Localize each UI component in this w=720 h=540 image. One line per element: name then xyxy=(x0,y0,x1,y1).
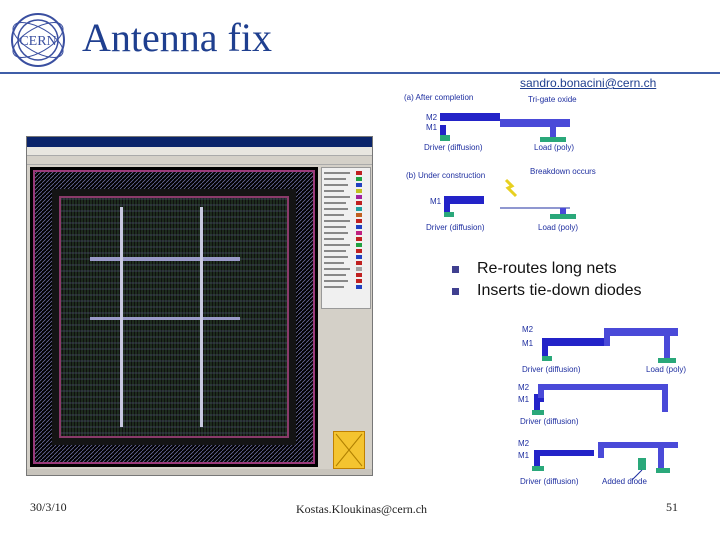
bullet-list: Re-routes long nets Inserts tie-down dio… xyxy=(452,260,642,304)
title-rule xyxy=(0,72,720,74)
bullet-text: Re-routes long nets xyxy=(477,260,617,277)
window-title-bar xyxy=(27,137,372,147)
status-bar xyxy=(27,469,372,475)
layer-palette[interactable] xyxy=(321,167,371,309)
label-load-a: Load (poly) xyxy=(534,143,574,152)
label-under-construction: (b) Under construction xyxy=(406,171,485,180)
slide-title: Antenna fix xyxy=(82,15,272,60)
label-after-completion: (a) After completion xyxy=(404,93,473,102)
layout-canvas[interactable] xyxy=(30,167,318,467)
bullet-marker-icon xyxy=(452,287,459,295)
p1-label-m2: M2 xyxy=(522,325,534,334)
label-load-b: Load (poly) xyxy=(538,223,578,232)
p1-label-driver: Driver (diffusion) xyxy=(522,365,581,374)
menu-bar xyxy=(27,147,372,156)
bullet-text: Inserts tie-down diodes xyxy=(477,282,642,299)
p3-label-diode: Added diode xyxy=(602,477,647,486)
label-driver-b: Driver (diffusion) xyxy=(426,223,485,232)
bullet-item: Inserts tie-down diodes xyxy=(452,282,642,300)
label-m2: M2 xyxy=(426,113,438,122)
label-breakdown: Breakdown occurs xyxy=(530,167,596,176)
p2-label-m2: M2 xyxy=(518,383,530,392)
label-trigate-oxide: Tri-gate oxide xyxy=(528,95,577,104)
p1-label-load: Load (poly) xyxy=(646,365,686,374)
bullet-marker-icon xyxy=(452,265,459,273)
antenna-effect-diagram: (a) After completion Tri-gate oxide M2 M… xyxy=(400,88,600,238)
label-driver-a: Driver (diffusion) xyxy=(424,143,483,152)
page-number: 51 xyxy=(666,500,678,514)
p3-label-m2: M2 xyxy=(518,439,530,448)
lightning-icon xyxy=(504,178,518,198)
routing-fix-diagram: M2 M1 Driver (diffusion) Load (poly) M2 … xyxy=(508,318,698,488)
footer-author: Kostas.Kloukinas@cern.ch xyxy=(296,502,428,516)
label-m1: M1 xyxy=(426,123,438,132)
footer-date: 30/3/10 xyxy=(30,500,67,514)
p3-label-driver: Driver (diffusion) xyxy=(520,477,579,486)
toolbar xyxy=(27,156,372,165)
p2-label-driver: Driver (diffusion) xyxy=(520,417,579,426)
layout-editor-window xyxy=(26,136,373,476)
world-view-thumbnail[interactable] xyxy=(333,431,365,469)
p3-label-m1: M1 xyxy=(518,451,530,460)
label-m1-b: M1 xyxy=(430,197,442,206)
bullet-item: Re-routes long nets xyxy=(452,260,642,278)
p2-label-m1: M1 xyxy=(518,395,530,404)
svg-text:CERN: CERN xyxy=(19,34,56,49)
p1-label-m1: M1 xyxy=(522,339,534,348)
cern-logo: CERN xyxy=(6,8,70,72)
